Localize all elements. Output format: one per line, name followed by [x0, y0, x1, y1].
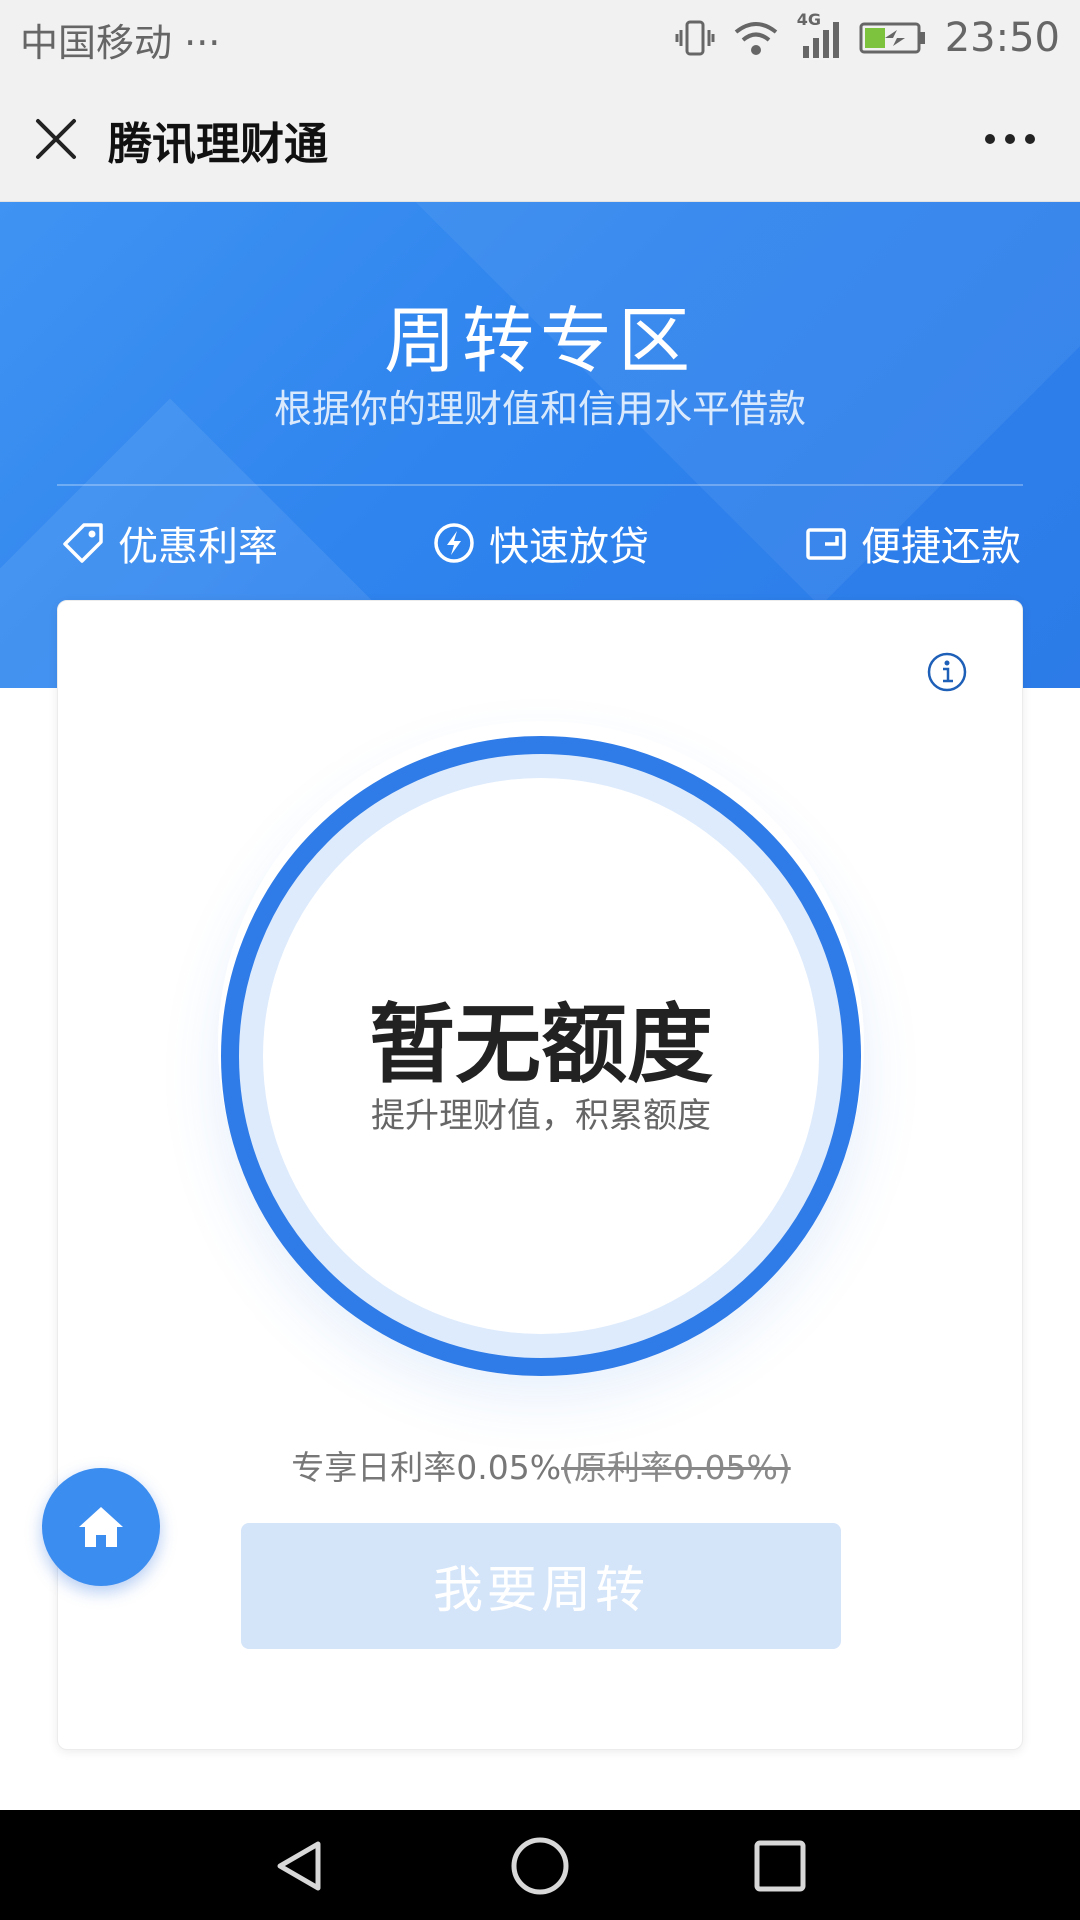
quota-card: 暂无额度 提升理财值，积累额度 专享日利率0.05%(原利率0.05%) 我要周…: [57, 600, 1023, 1750]
original-rate: (原利率0.05%): [561, 1448, 791, 1487]
status-icons: 4G 23:50: [675, 10, 1060, 65]
wallet-icon: [806, 528, 846, 560]
quota-status: 暂无额度: [369, 995, 713, 1095]
home-button[interactable]: [42, 1468, 160, 1586]
clock: 23:50: [944, 14, 1060, 61]
app-header: 腾讯理财通: [0, 75, 1080, 202]
carrier-label: 中国移动 ···: [20, 12, 220, 67]
page-title: 腾讯理财通: [108, 119, 328, 170]
feature-discount-rate: 优惠利率: [62, 515, 278, 571]
vibrate-icon: [675, 20, 715, 55]
tag-icon: [63, 523, 103, 563]
lightning-icon: [434, 523, 474, 563]
exclusive-rate: 专享日利率0.05%: [291, 1448, 562, 1487]
feature-label: 快速放贷: [489, 524, 649, 570]
wifi-icon: [734, 21, 777, 55]
feature-label: 优惠利率: [118, 524, 278, 570]
feature-easy-repay: 便捷还款: [805, 515, 1021, 571]
rate-info: 专享日利率0.05%(原利率0.05%): [58, 1441, 1024, 1489]
home-icon: [79, 1507, 123, 1547]
recents-icon[interactable]: [750, 1836, 810, 1896]
back-icon[interactable]: [270, 1836, 330, 1896]
borrow-button[interactable]: 我要周转: [241, 1523, 841, 1649]
feature-label: 便捷还款: [861, 524, 1021, 570]
carrier-more: ···: [184, 21, 221, 65]
close-icon[interactable]: [32, 115, 80, 163]
status-bar: 中国移动 ··· 4G 23:50: [0, 0, 1080, 75]
signal-icon: 4G: [797, 10, 841, 60]
hero-subtitle: 根据你的理财值和信用水平借款: [273, 387, 806, 431]
hero-divider: [57, 484, 1023, 486]
hero-title: 周转专区: [383, 299, 696, 383]
home-circle-icon[interactable]: [510, 1836, 570, 1896]
more-icon[interactable]: [984, 133, 1036, 145]
carrier-name: 中国移动: [20, 21, 173, 65]
feature-fast-loan: 快速放贷: [433, 515, 649, 571]
battery-icon: [859, 22, 925, 53]
quota-hint: 提升理财值，积累额度: [371, 1096, 711, 1136]
system-navigation-bar: [0, 1810, 1080, 1920]
info-icon[interactable]: [926, 651, 968, 693]
